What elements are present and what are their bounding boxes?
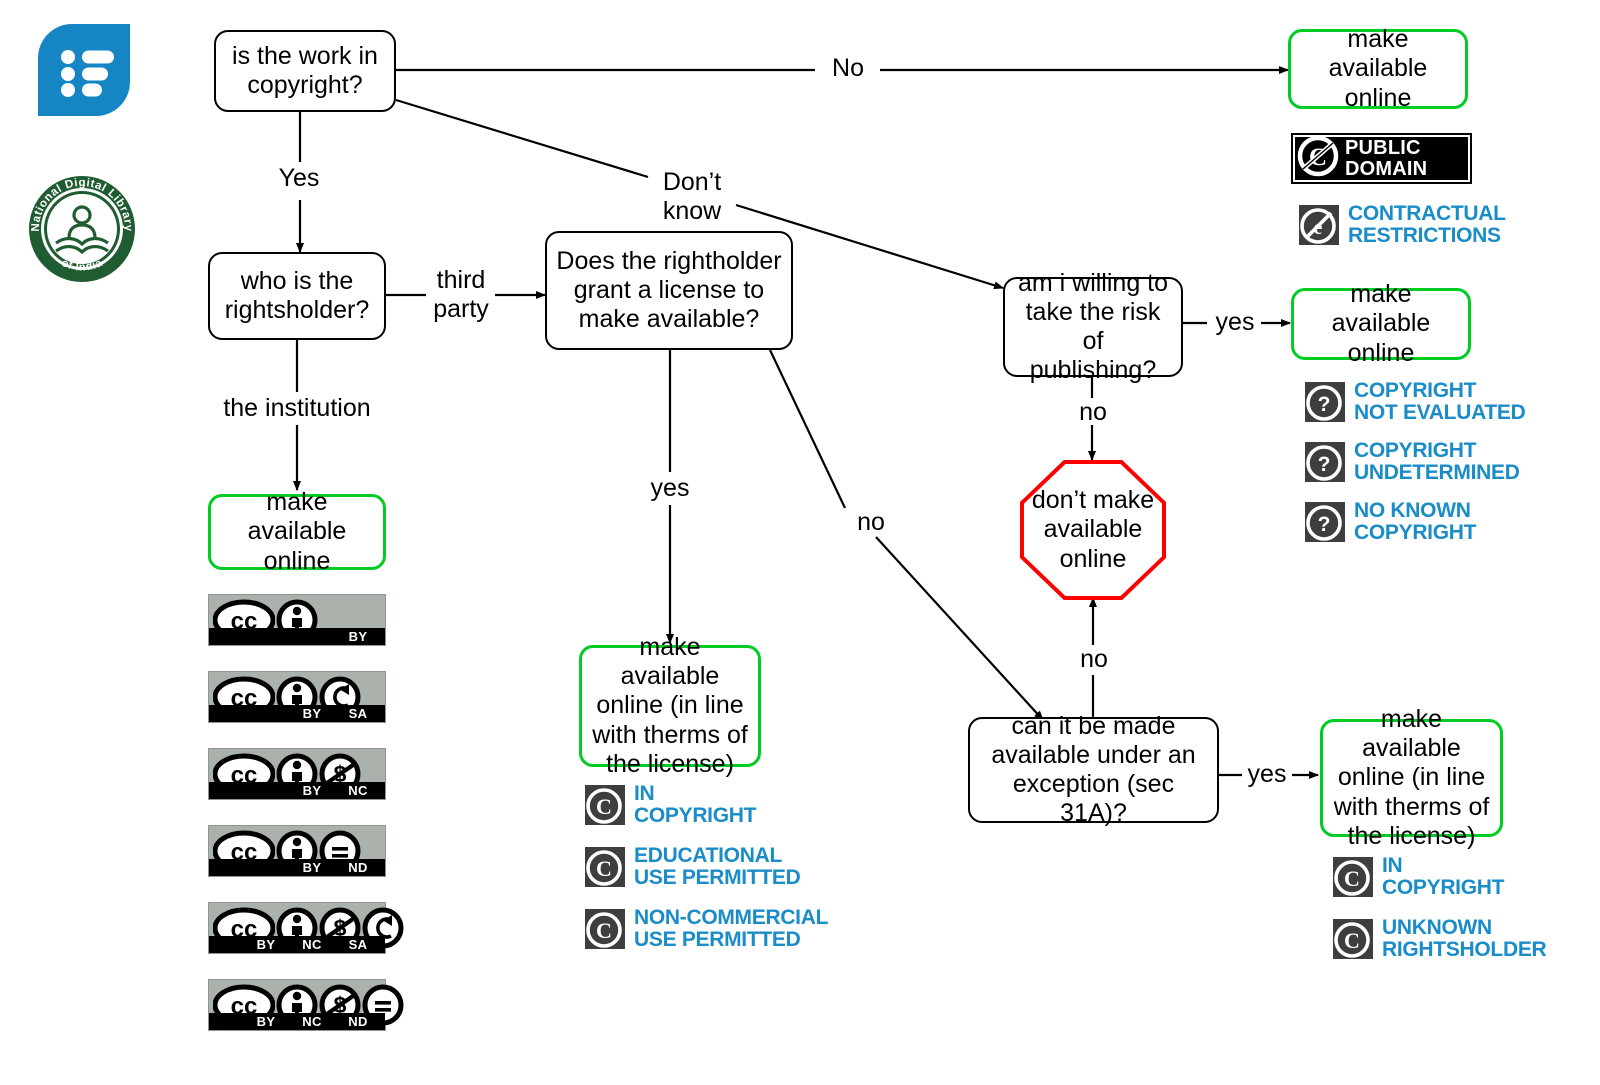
badge-educational-use-permitted: C EDUCATIONAL USE PERMITTED [585, 844, 801, 889]
badge-no-known-copyright: ? NO KNOWN COPYRIGHT [1305, 500, 1476, 544]
copyright-c-icon: C [585, 784, 625, 825]
edge-label-the-institution: the institution [223, 394, 371, 422]
node-make-available-online-exception-terms[interactable]: make available online (in line with ther… [1320, 705, 1503, 850]
national-digital-library-of-india-seal: National Digital Library of India [28, 175, 136, 283]
copyright-not-evaluated-label: COPYRIGHT NOT EVALUATED [1354, 379, 1526, 424]
cc-label-nc: NC [348, 783, 368, 798]
cc-label-sa: SA [348, 937, 368, 952]
cc-badge-label-strip: BY [209, 628, 385, 645]
cc-label-by: BY [302, 783, 322, 798]
node-make-available-online-license-terms[interactable]: make available online (in line with ther… [579, 633, 761, 778]
node-who-is-the-rightsholder[interactable]: who is the rightsholder? [208, 252, 386, 340]
blue-leaf-list-icon [38, 24, 130, 116]
edge-label-yes-top: Yes [278, 164, 320, 192]
badge-contractual-restrictions: e CONTRACTUAL RESTRICTIONS [1299, 203, 1506, 247]
edge-label-dont-know: Don’t know [662, 168, 722, 225]
badge-copyright-undetermined: ? COPYRIGHT UNDETERMINED [1305, 440, 1520, 484]
svg-text:C: C [1344, 866, 1360, 891]
svg-text:?: ? [1318, 513, 1331, 536]
edge-label-license-yes: yes [650, 474, 690, 502]
svg-text:C: C [1344, 928, 1360, 953]
edge-label-exception-no: no [1080, 645, 1108, 673]
crossed-c-icon: C [1297, 135, 1339, 182]
copyright-c-icon: C [585, 908, 625, 949]
public-domain-bar: C PUBLIC DOMAIN [1295, 135, 1468, 182]
badge-in-copyright-right: C IN COPYRIGHT [1333, 855, 1504, 899]
cc-label-sa: SA [348, 706, 368, 721]
badge-in-copyright-center: C IN COPYRIGHT [585, 783, 756, 827]
cc-label-by: BY [348, 629, 368, 644]
cc-label-nd: ND [348, 860, 368, 875]
cc-badge-label-strip: BY ND [209, 859, 385, 876]
node-does-rightholder-grant-license[interactable]: Does the rightholder grant a license to … [545, 231, 793, 350]
svg-text:C: C [596, 856, 612, 881]
educational-use-permitted-label: EDUCATIONAL USE PERMITTED [634, 844, 801, 889]
cc-label-by: BY [256, 1014, 276, 1029]
octagon-inner: don’t make available online [1024, 464, 1162, 596]
cc-badge-label-strip: BY SA [209, 705, 385, 722]
svg-text:?: ? [1318, 393, 1331, 416]
cc-badge-label-strip: BY NC ND [209, 1013, 385, 1030]
svg-text:C: C [596, 918, 612, 943]
node-make-available-online-institution[interactable]: make available online [208, 488, 386, 575]
cc-badge-cc-by-nc-sa[interactable]: cc $ BY NC SA [208, 902, 404, 954]
copyright-c-icon: C [1333, 856, 1373, 897]
no-known-copyright-label: NO KNOWN COPYRIGHT [1354, 499, 1477, 544]
copyright-c-icon: C [1333, 918, 1373, 959]
copyright-undetermined-label: COPYRIGHT UNDETERMINED [1354, 439, 1520, 484]
cc-badge-cc-by-nc-nd[interactable]: cc $ BY NC ND [208, 979, 404, 1031]
cc-badge-label-strip: BY NC [209, 782, 385, 799]
node-make-available-online-no-copyright[interactable]: make available online [1288, 25, 1468, 112]
cc-badge-cc-by[interactable]: cc BY [208, 594, 386, 646]
question-mark-icon: ? [1305, 381, 1345, 422]
octagon-label: don’t make available online [1031, 486, 1155, 573]
blue-leaf-list-logo [38, 24, 130, 116]
edge-label-risk-no: no [1079, 398, 1107, 426]
badge-copyright-not-evaluated: ? COPYRIGHT NOT EVALUATED [1305, 379, 1526, 424]
node-is-the-work-in-copyright[interactable]: is the work in copyright? [214, 30, 396, 112]
node-can-it-be-made-available-exception[interactable]: can it be made available under an except… [968, 712, 1219, 827]
badge-unknown-rightsholder: C UNKNOWN RIGHTSHOLDER [1333, 916, 1547, 961]
copyright-c-icon: C [585, 846, 625, 887]
question-mark-icon: ? [1305, 441, 1345, 482]
cc-badge-label-strip: BY NC SA [209, 936, 385, 953]
edge-label-risk-yes: yes [1215, 308, 1255, 336]
in-copyright-label: IN COPYRIGHT [634, 782, 757, 827]
badge-non-commercial-use-permitted: C NON-COMMERCIAL USE PERMITTED [585, 907, 828, 951]
ndl-seal-icon: National Digital Library of India [29, 176, 135, 282]
non-commercial-use-permitted-label: NON-COMMERCIAL USE PERMITTED [634, 906, 829, 951]
public-domain-label: PUBLIC DOMAIN [1345, 137, 1428, 180]
svg-text:?: ? [1318, 453, 1331, 476]
crossed-e-icon: e [1299, 204, 1339, 245]
unknown-rightsholder-label: UNKNOWN RIGHTSHOLDER [1382, 916, 1547, 961]
edge-label-no-top: No [832, 54, 864, 82]
cc-label-by: BY [302, 860, 322, 875]
cc-label-nc: NC [302, 937, 322, 952]
cc-label-by: BY [256, 937, 276, 952]
cc-badge-cc-by-nd[interactable]: cc BY ND [208, 825, 386, 877]
cc-label-nd: ND [348, 1014, 368, 1029]
flowchart-canvas: National Digital Library of India is the… [0, 0, 1600, 1085]
badge-public-domain: C PUBLIC DOMAIN [1291, 133, 1472, 184]
node-dont-make-available-online[interactable]: don’t make available online [1020, 460, 1166, 600]
edge-label-third-party: third party [433, 266, 489, 323]
contractual-restrictions-label: CONTRACTUAL RESTRICTIONS [1348, 202, 1506, 247]
question-mark-icon: ? [1305, 501, 1345, 542]
node-make-available-online-risk-yes[interactable]: make available online [1291, 280, 1471, 367]
cc-badge-cc-by-sa[interactable]: cc BY SA [208, 671, 386, 723]
cc-label-by: BY [302, 706, 322, 721]
cc-label-nc: NC [302, 1014, 322, 1029]
edge-label-license-no: no [857, 508, 885, 536]
cc-badge-cc-by-nc[interactable]: cc $ BY NC [208, 748, 386, 800]
node-am-i-willing-to-take-risk[interactable]: am i willing to take the risk of publish… [1003, 269, 1183, 384]
svg-text:C: C [596, 794, 612, 819]
in-copyright-right-label: IN COPYRIGHT [1382, 854, 1505, 899]
edge-label-exception-yes: yes [1247, 760, 1287, 788]
